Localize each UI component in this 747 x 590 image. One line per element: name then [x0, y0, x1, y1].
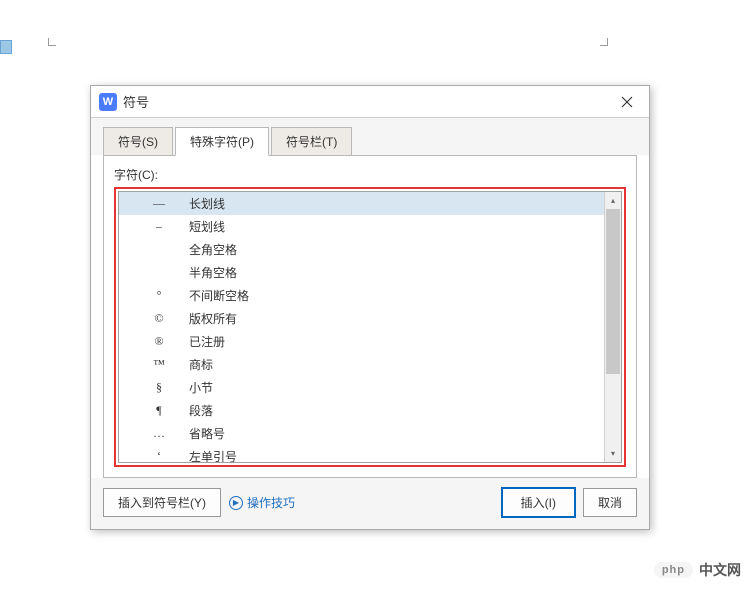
- symbol-glyph: ¶: [129, 403, 189, 418]
- tab-strip: 符号(S) 特殊字符(P) 符号栏(T): [91, 118, 649, 155]
- symbol-glyph: —: [129, 196, 189, 211]
- list-item[interactable]: ‘ 左单引号: [119, 445, 604, 462]
- list-item[interactable]: – 短划线: [119, 215, 604, 238]
- symbol-name: 不间断空格: [189, 287, 604, 304]
- symbol-name: 全角空格: [189, 241, 604, 258]
- app-icon: W: [99, 93, 117, 111]
- document-icon: [0, 40, 12, 54]
- tips-link[interactable]: ▶ 操作技巧: [229, 494, 295, 511]
- list-item[interactable]: … 省略号: [119, 422, 604, 445]
- page-corner-left: [48, 38, 56, 46]
- symbol-glyph: §: [129, 380, 189, 395]
- list-item[interactable]: — 长划线: [119, 192, 604, 215]
- symbol-name: 长划线: [189, 195, 604, 212]
- list-item[interactable]: © 版权所有: [119, 307, 604, 330]
- list-highlight-box: — 长划线 – 短划线 全角空格 半角空格: [114, 187, 626, 467]
- list-item[interactable]: ™ 商标: [119, 353, 604, 376]
- scroll-thumb[interactable]: [606, 209, 620, 374]
- watermark: php 中文网: [654, 560, 741, 580]
- symbol-name: 已注册: [189, 333, 604, 350]
- list-viewport: — 长划线 – 短划线 全角空格 半角空格: [119, 192, 604, 462]
- symbol-name: 小节: [189, 379, 604, 396]
- scroll-down-icon[interactable]: ▾: [605, 445, 621, 462]
- list-item[interactable]: § 小节: [119, 376, 604, 399]
- list-item[interactable]: 半角空格: [119, 261, 604, 284]
- list-item[interactable]: ® 已注册: [119, 330, 604, 353]
- list-item[interactable]: ¶ 段落: [119, 399, 604, 422]
- symbol-dialog: W 符号 符号(S) 特殊字符(P) 符号栏(T) 字符(C): — 长划线 –…: [90, 85, 650, 530]
- play-icon: ▶: [229, 496, 243, 510]
- insert-button[interactable]: 插入(I): [502, 488, 575, 517]
- scroll-track[interactable]: [605, 209, 621, 445]
- symbol-name: 左单引号: [189, 448, 604, 462]
- list-item[interactable]: 全角空格: [119, 238, 604, 261]
- close-button[interactable]: [609, 86, 645, 117]
- page-corner-right: [600, 38, 608, 46]
- scroll-up-icon[interactable]: ▴: [605, 192, 621, 209]
- close-icon: [621, 96, 633, 108]
- symbol-glyph: ®: [129, 334, 189, 349]
- insert-to-bar-button[interactable]: 插入到符号栏(Y): [103, 488, 221, 517]
- tab-symbols[interactable]: 符号(S): [103, 127, 173, 156]
- symbol-name: 版权所有: [189, 310, 604, 327]
- character-label: 字符(C):: [114, 166, 626, 183]
- symbol-glyph: –: [129, 219, 189, 234]
- symbol-glyph: …: [129, 426, 189, 441]
- titlebar: W 符号: [91, 86, 649, 118]
- symbol-glyph: ©: [129, 311, 189, 326]
- watermark-text: 中文网: [699, 560, 741, 580]
- tab-special-chars[interactable]: 特殊字符(P): [175, 127, 269, 156]
- character-list[interactable]: — 长划线 – 短划线 全角空格 半角空格: [118, 191, 622, 463]
- symbol-glyph: °: [129, 288, 189, 303]
- dialog-footer: 插入到符号栏(Y) ▶ 操作技巧 插入(I) 取消: [91, 478, 649, 529]
- symbol-name: 段落: [189, 402, 604, 419]
- tips-label: 操作技巧: [247, 494, 295, 511]
- tab-symbol-bar[interactable]: 符号栏(T): [271, 127, 352, 156]
- symbol-name: 省略号: [189, 425, 604, 442]
- symbol-glyph: ‘: [129, 449, 189, 462]
- dialog-title: 符号: [123, 92, 609, 111]
- watermark-badge: php: [654, 562, 693, 578]
- scrollbar[interactable]: ▴ ▾: [604, 192, 621, 462]
- cancel-button[interactable]: 取消: [583, 488, 637, 517]
- list-item[interactable]: ° 不间断空格: [119, 284, 604, 307]
- tab-panel: 字符(C): — 长划线 – 短划线 全角空格: [103, 155, 637, 478]
- symbol-glyph: ™: [129, 357, 189, 372]
- symbol-name: 短划线: [189, 218, 604, 235]
- symbol-name: 半角空格: [189, 264, 604, 281]
- symbol-name: 商标: [189, 356, 604, 373]
